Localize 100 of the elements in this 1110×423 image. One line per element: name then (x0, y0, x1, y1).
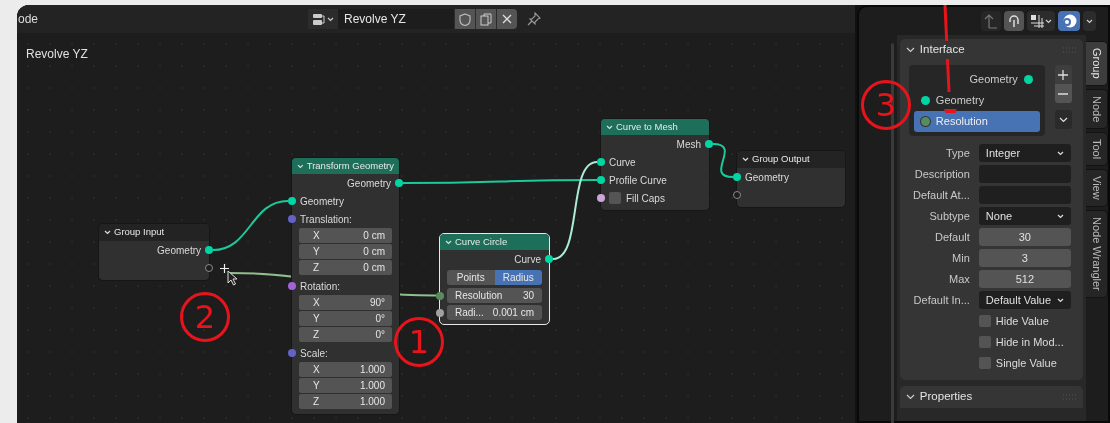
collapse-icon[interactable] (104, 230, 111, 235)
vector-field[interactable]: Z 0 cm (299, 260, 392, 275)
number-field[interactable]: 512 (978, 270, 1071, 288)
pin-button[interactable] (527, 12, 542, 26)
checkbox[interactable] (978, 315, 991, 327)
chevron-icon[interactable] (905, 47, 915, 53)
vector-field[interactable]: X 1.000 (299, 362, 392, 377)
field-label: Default (934, 229, 970, 245)
vector-field[interactable]: Y 0 cm (299, 244, 392, 259)
panel-title[interactable]: Interface (918, 41, 966, 59)
annotation-circle: 3 (861, 80, 911, 130)
number-field[interactable]: Resolution 30 (447, 288, 542, 303)
shield-icon (459, 12, 472, 26)
socket-label: Geometry (300, 194, 344, 209)
vector-field[interactable]: Y 0° (299, 311, 392, 326)
node-card[interactable]: Curve Circle Curve Points Radius Resolution 30 Radi... 0.001 cm (439, 233, 550, 325)
socket[interactable] (597, 158, 605, 166)
socket-label: Geometry (745, 170, 789, 185)
list-item[interactable]: Geometry (913, 90, 1040, 111)
snap-grid-icon (1030, 14, 1044, 28)
mode-toggle[interactable]: Radius (494, 270, 542, 285)
socket[interactable] (288, 197, 296, 205)
collapse-icon[interactable] (742, 157, 749, 162)
vector-field[interactable]: Z 1.000 (299, 394, 392, 409)
field-label: Default At... (911, 187, 970, 203)
socket[interactable] (733, 191, 741, 199)
socket[interactable] (436, 291, 444, 300)
number-field[interactable]: 30 (978, 228, 1071, 246)
unlink-button[interactable] (497, 9, 518, 29)
add-button[interactable] (1054, 65, 1072, 84)
list-item[interactable]: Resolution (913, 111, 1040, 132)
checkbox[interactable] (609, 192, 621, 204)
socket[interactable] (597, 176, 605, 184)
vector-field[interactable]: Z 0° (299, 327, 392, 342)
sidebar-tab[interactable]: Node (1086, 88, 1108, 129)
socket[interactable] (436, 308, 444, 317)
checkbox-label: Hide Value (995, 313, 1049, 329)
node-card[interactable]: Group Output Geometry (736, 150, 846, 208)
breadcrumb-label: Revolve YZ (26, 46, 88, 63)
mode-toggle[interactable]: Points (447, 270, 495, 285)
snap-mode-dropdown[interactable] (1027, 11, 1055, 31)
node-card[interactable]: Group Input Geometry (98, 223, 210, 281)
vector-field[interactable]: X 90° (299, 295, 392, 310)
node-card[interactable]: Curve to Mesh Mesh Curve Profile Curve Fill Caps (600, 118, 710, 211)
socket[interactable] (733, 173, 741, 181)
sidebar-tab[interactable]: View (1086, 169, 1108, 207)
specials-menu-button[interactable] (1054, 110, 1072, 129)
number-field[interactable]: Radi... 0.001 cm (447, 305, 542, 320)
duplicate-button[interactable] (476, 9, 497, 29)
socket-label: Profile Curve (609, 173, 667, 188)
magnet-icon (1007, 14, 1021, 28)
dropdown[interactable]: Integer (978, 144, 1071, 162)
caret-icon (327, 16, 335, 22)
list-item[interactable]: Geometry (913, 69, 1040, 90)
node-title: Curve to Mesh (616, 119, 678, 134)
socket[interactable] (705, 140, 713, 148)
plus-icon (1058, 69, 1069, 80)
snap-toggle[interactable] (1004, 11, 1024, 31)
field-label: Description (913, 166, 970, 182)
caret-icon (1056, 150, 1064, 156)
close-icon (502, 14, 513, 24)
sidebar-tab[interactable]: Node Wrangler (1086, 209, 1108, 298)
sidebar-tab[interactable]: Tool (1086, 131, 1108, 167)
socket[interactable] (597, 194, 605, 202)
checkbox[interactable] (978, 336, 991, 348)
chevron-icon (1058, 116, 1068, 123)
vector-field[interactable]: X 0 cm (299, 228, 392, 243)
node-title: Group Output (752, 152, 810, 167)
copy-icon (480, 12, 493, 26)
vector-field[interactable]: Y 1.000 (299, 378, 392, 393)
overlays-dropdown[interactable] (1083, 11, 1096, 31)
remove-button[interactable] (1054, 84, 1072, 103)
number-field[interactable]: 3 (978, 249, 1071, 267)
socket[interactable] (545, 255, 553, 263)
crosshair-icon (220, 264, 229, 273)
socket[interactable] (395, 179, 403, 187)
name-field[interactable]: Revolve YZ (338, 9, 455, 29)
dropdown[interactable]: None (978, 207, 1071, 225)
checkbox[interactable] (978, 357, 991, 369)
sidebar-tab[interactable]: Group (1086, 41, 1108, 86)
chevron-icon[interactable] (905, 394, 915, 400)
annotation-circle: 2 (180, 292, 230, 342)
socket[interactable] (205, 246, 213, 254)
fake-user-button[interactable] (455, 9, 476, 29)
socket-label: Rotation: (300, 279, 341, 294)
dropdown[interactable]: Default Value (978, 291, 1071, 309)
node-link (712, 143, 734, 178)
node-title: Transform Geometry (306, 158, 394, 173)
caret-icon (1086, 18, 1093, 24)
node-card[interactable]: Transform Geometry Geometry Geometry Translation: X 0 cm Y 0 cm Z 0 cm Rotation: X 90° Y 0° Z 0° Scale: X 1.000 Y 1.000 Z 1.000 (291, 157, 400, 415)
pin-icon (527, 12, 542, 26)
checkbox-label: Single Value (995, 355, 1057, 371)
socket-label: Scale: (300, 346, 328, 361)
caret-icon (1045, 18, 1052, 24)
parent-node-tree-button[interactable] (981, 11, 1001, 31)
socket[interactable] (205, 264, 213, 272)
checkbox-label: Hide in Mod... (995, 334, 1064, 350)
socket[interactable] (288, 282, 296, 290)
checkbox-label: Fill Caps (626, 191, 665, 206)
overlays-button[interactable] (1058, 11, 1080, 31)
